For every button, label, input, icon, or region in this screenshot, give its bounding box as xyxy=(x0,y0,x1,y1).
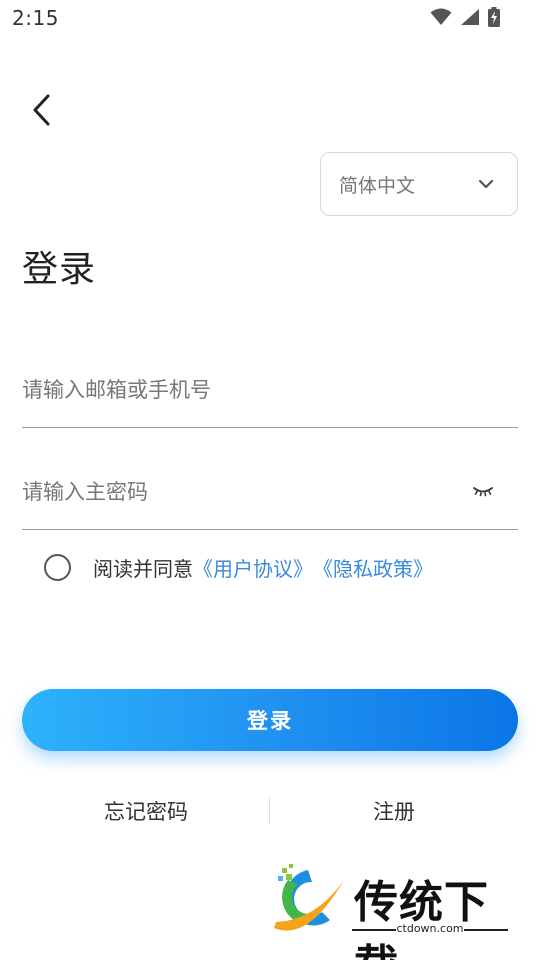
watermark-logo-icon xyxy=(268,862,348,944)
watermark: 传统下载 ctdown.com xyxy=(268,862,518,960)
agreement-prefix: 阅读并同意 xyxy=(93,556,193,581)
language-select[interactable]: 简体中文 xyxy=(320,152,518,216)
email-input[interactable] xyxy=(22,354,462,426)
battery-charging-icon xyxy=(488,7,500,31)
login-button[interactable]: 登录 xyxy=(22,689,518,751)
user-agreement-link[interactable]: 《用户协议》 xyxy=(193,553,313,582)
language-selected-label: 简体中文 xyxy=(339,174,416,197)
agreement-row: 阅读并同意 《用户协议》 《隐私政策》 xyxy=(44,552,433,582)
forgot-password-link[interactable]: 忘记密码 xyxy=(22,796,270,826)
bottom-links: 忘记密码 注册 xyxy=(22,794,518,828)
status-icons xyxy=(430,7,500,31)
status-time: 2:15 xyxy=(12,6,59,30)
password-input[interactable] xyxy=(22,456,462,528)
status-bar: 2:15 xyxy=(0,0,540,36)
agreement-radio[interactable] xyxy=(44,553,71,581)
eye-closed-icon xyxy=(472,482,494,501)
chevron-down-icon xyxy=(477,175,495,197)
watermark-brand: 传统下载 xyxy=(354,877,489,960)
page-title: 登录 xyxy=(22,249,97,290)
signal-icon xyxy=(460,8,480,30)
register-link[interactable]: 注册 xyxy=(270,796,518,826)
email-field-container xyxy=(22,354,518,428)
chevron-left-icon xyxy=(32,94,52,130)
back-button[interactable] xyxy=(22,92,62,132)
password-field-container xyxy=(22,456,518,530)
privacy-policy-link[interactable]: 《隐私政策》 xyxy=(313,553,433,582)
wifi-icon xyxy=(430,8,452,30)
watermark-url: ctdown.com xyxy=(352,922,508,935)
password-visibility-toggle[interactable] xyxy=(470,478,496,504)
